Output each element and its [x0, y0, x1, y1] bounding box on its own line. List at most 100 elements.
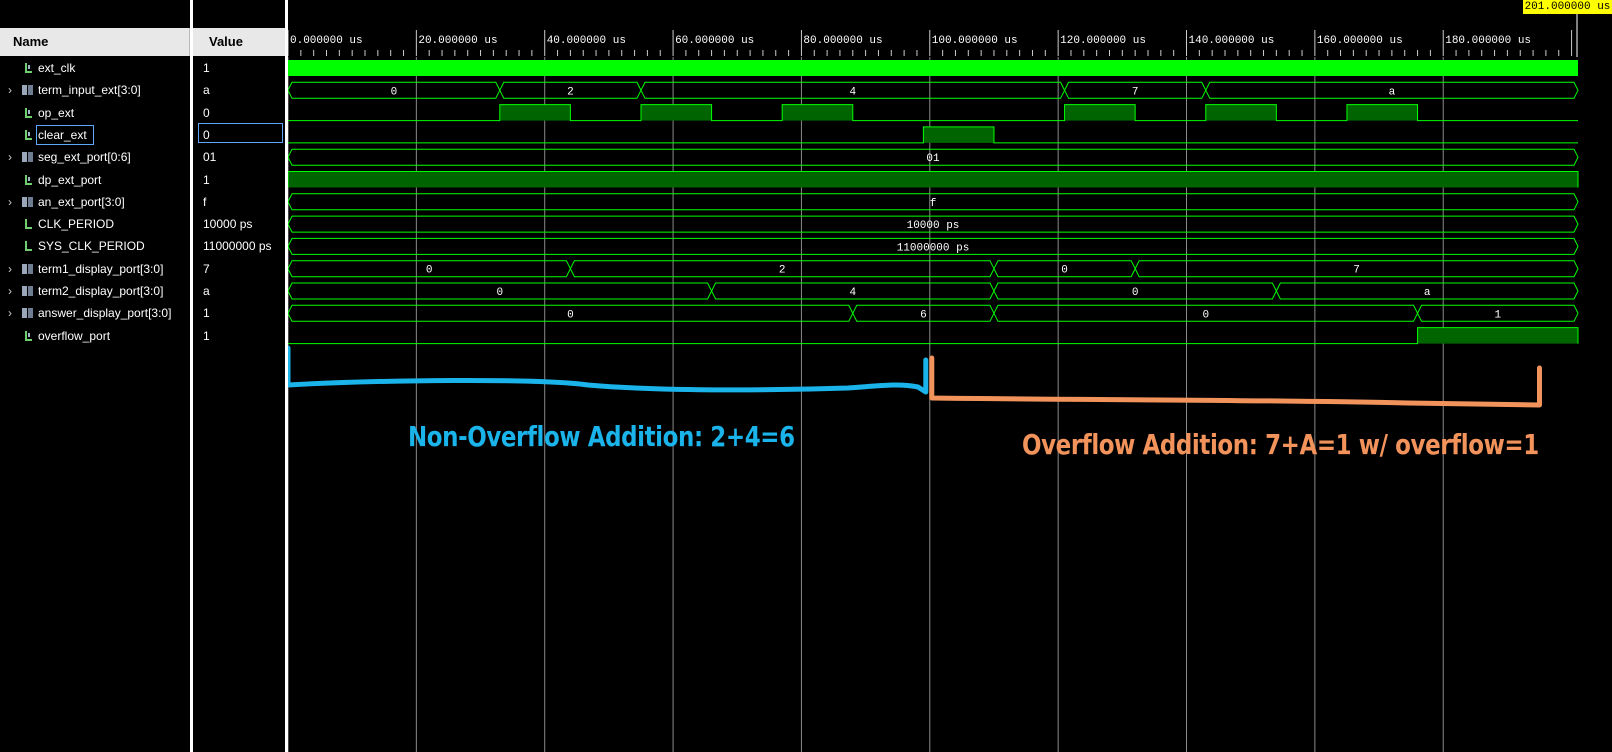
high-pulse	[1064, 104, 1136, 121]
signal-row-term2-display-port-3-0[interactable]: › term2_display_port[3:0]	[0, 280, 190, 302]
bus-segment-value: 0	[567, 309, 574, 321]
ruler-time-label: 100.000000 us	[932, 35, 1018, 47]
signal-name: CLK_PERIOD	[38, 217, 115, 232]
signal-row-answer-display-port-3-0[interactable]: › answer_display_port[3:0]	[0, 302, 190, 324]
expand-chevron-icon[interactable]: ›	[8, 302, 12, 324]
signal-value[interactable]: 01	[193, 146, 285, 168]
bus-segment-value: 0	[426, 265, 433, 277]
expand-chevron-icon[interactable]: ›	[8, 191, 12, 213]
waveform-12[interactable]	[288, 327, 1579, 345]
signal-value-text: a	[203, 284, 210, 298]
signal-row-seg-ext-port-0-6[interactable]: › seg_ext_port[0:6]	[0, 146, 190, 168]
waveform-6[interactable]: f	[288, 193, 1579, 211]
signal-row-clk-period[interactable]: CLK_PERIOD	[0, 213, 190, 235]
signal-value-text: 1	[203, 328, 210, 343]
ruler-time-label: 180.000000 us	[1445, 35, 1531, 47]
bus-segment-value: 4	[849, 86, 856, 98]
signal-value[interactable]: 0	[193, 102, 285, 124]
signal-name: an_ext_port[3:0]	[38, 194, 125, 209]
waveform-4[interactable]: 01	[288, 148, 1579, 166]
signal-value-text: 01	[203, 150, 217, 165]
waveform-7[interactable]: 10000 ps	[288, 215, 1579, 233]
signal-row-term-input-ext-3-0[interactable]: › term_input_ext[3:0]	[0, 79, 190, 101]
ruler-time-label: 0.000000 us	[290, 35, 363, 47]
expand-chevron-icon[interactable]: ›	[8, 146, 12, 168]
high-pulse	[640, 104, 712, 121]
signal-name: clear_ext	[38, 127, 87, 142]
ruler-time-label: 40.000000 us	[547, 35, 626, 47]
signal-row-term1-display-port-3-0[interactable]: › term1_display_port[3:0]	[0, 258, 190, 280]
bus-segment-value: 0	[1061, 265, 1068, 277]
ruler-time-label: 160.000000 us	[1317, 35, 1403, 47]
waveform-2[interactable]	[288, 104, 1578, 122]
signal-name: term2_display_port[3:0]	[38, 284, 164, 298]
bus-segment-value: 2	[567, 86, 574, 98]
bus-segment-value: a	[1389, 86, 1396, 98]
signal-value-text: 1	[203, 172, 210, 187]
expand-chevron-icon[interactable]: ›	[8, 258, 12, 280]
waveform-5[interactable]	[288, 171, 1579, 188]
signal-row-overflow-port[interactable]: overflow_port	[0, 325, 190, 347]
signal-name: term1_display_port[3:0]	[38, 261, 164, 276]
signal-value-text: f	[203, 194, 207, 209]
bus-segment-value: 6	[920, 309, 927, 321]
bus-segment-value: 01	[926, 153, 940, 165]
signal-value[interactable]: 11000000 ps	[193, 235, 285, 257]
signal-value-text: 7	[203, 261, 210, 276]
signal-value-text: 11000000 ps	[203, 239, 272, 254]
signal-row-dp-ext-port[interactable]: dp_ext_port	[0, 169, 190, 191]
signal-value[interactable]: f	[193, 191, 285, 213]
ruler-time-label: 140.000000 us	[1189, 35, 1275, 47]
signal-row-ext-clk[interactable]: ext_clk	[0, 57, 190, 79]
bus-segment-value: 2	[779, 265, 786, 277]
signal-value[interactable]: 1	[193, 57, 285, 79]
signal-value[interactable]: 1	[193, 325, 285, 347]
signal-row-sys-clk-period[interactable]: SYS_CLK_PERIOD	[0, 235, 190, 257]
ruler-time-label: 20.000000 us	[418, 35, 497, 47]
name-column-header[interactable]: Name	[0, 28, 190, 56]
high-pulse	[499, 104, 571, 121]
bus-segment-value: a	[1424, 287, 1431, 299]
signal-row-clear-ext[interactable]: clear_ext	[0, 124, 190, 146]
signal-value-text: a	[203, 83, 210, 98]
waveform-1[interactable]: 0 2 4 7 a	[288, 81, 1579, 99]
waveform-11[interactable]: 0 6 0 1	[288, 304, 1579, 322]
signal-value[interactable]: 10000 ps	[193, 213, 285, 235]
bus-segment-value: 1	[1494, 309, 1501, 321]
bus-segment-value: 0	[1202, 309, 1209, 321]
signal-name: term_input_ext[3:0]	[38, 83, 141, 98]
bit-trace	[288, 327, 1579, 345]
non-overflow-annotation: Non-Overflow Addition: 2+4=6	[408, 420, 795, 453]
waveform-9[interactable]: 0 2 0 7	[288, 260, 1579, 278]
clock-waveform	[288, 60, 1578, 76]
signal-row-an-ext-port-3-0[interactable]: › an_ext_port[3:0]	[0, 191, 190, 213]
signal-value-text: 1	[203, 61, 210, 75]
high-pulse	[1417, 327, 1578, 344]
signal-value[interactable]: a	[193, 79, 285, 101]
expand-chevron-icon[interactable]: ›	[8, 280, 12, 302]
bus-segment-value: 7	[1132, 86, 1139, 98]
high-pulse	[1346, 104, 1418, 121]
signal-name: ext_clk	[38, 61, 76, 75]
signal-value[interactable]: 7	[193, 258, 285, 280]
waveform-10[interactable]: 0 4 0 a	[288, 282, 1579, 300]
value-column-header[interactable]: Value	[193, 28, 285, 56]
waveform-0[interactable]	[288, 60, 1578, 76]
ruler-time-label: 80.000000 us	[803, 35, 882, 47]
waveform-canvas[interactable]: 0.000000 us 20.000000 us 40.000000 us 60.00…	[288, 0, 1612, 752]
signal-value[interactable]: 1	[193, 302, 285, 324]
bus-segment-value: f	[930, 198, 937, 210]
waveform-3[interactable]	[288, 126, 1578, 144]
overflow-annotation: Overflow Addition: 7+A=1 w/ overflow=1	[1022, 428, 1539, 461]
high-pulse	[782, 104, 853, 121]
signal-name: SYS_CLK_PERIOD	[38, 239, 145, 254]
signal-value-text: 1	[203, 306, 210, 321]
expand-chevron-icon[interactable]: ›	[8, 79, 12, 101]
signal-row-op-ext[interactable]: op_ext	[0, 102, 190, 124]
signal-value[interactable]: a	[193, 280, 285, 302]
cursor-time-label[interactable]: 201.000000 us	[1523, 0, 1612, 14]
high-pulse	[1205, 104, 1277, 121]
waveform-8[interactable]: 11000000 ps	[288, 237, 1579, 255]
signal-name: dp_ext_port	[38, 172, 102, 187]
signal-value[interactable]: 1	[193, 169, 285, 191]
